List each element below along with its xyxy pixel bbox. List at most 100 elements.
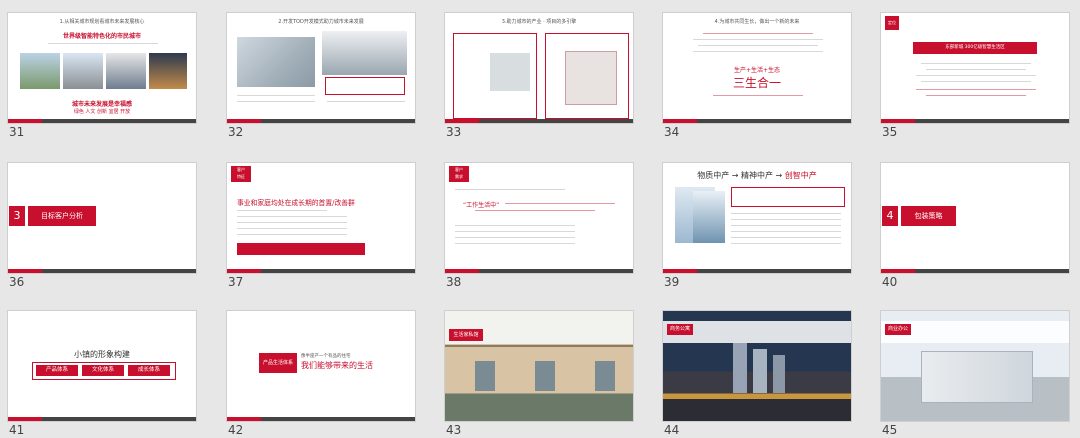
growth-system-button[interactable]: 成长体系: [128, 365, 170, 376]
text-line: [926, 95, 1026, 96]
text-line: [921, 81, 1031, 82]
slide-34[interactable]: 4.为城市共同生长，做出一个新的未来 生产+生活+生态 三生合一 34: [662, 12, 852, 140]
slide-number: 42: [228, 423, 244, 437]
slide-35[interactable]: 定位 东部新城 300亿级智慧生活区 35: [880, 12, 1070, 140]
slide-number: 44: [664, 423, 680, 437]
city-photo-4: [149, 53, 187, 89]
slide-number: 39: [664, 275, 680, 289]
slide-37[interactable]: 客户 特征 事业和家庭均处在成长期的首置/改善群 37: [226, 162, 416, 290]
culture-system-button[interactable]: 文化体系: [82, 365, 124, 376]
slide-footer: [8, 417, 196, 421]
text-line: [237, 216, 347, 217]
text-line: [713, 95, 803, 96]
slide-thumbnail[interactable]: 商务公寓: [662, 310, 852, 422]
slide-tag: 商务公寓: [667, 324, 693, 335]
text-line: [731, 237, 841, 238]
section-index: 3: [9, 206, 25, 226]
slide-thumbnail[interactable]: 产品生活体系 像半座产一个有品的住宅 我们能够带来的生活: [226, 310, 416, 422]
slide-thumbnail[interactable]: 2.开发TOD开发模式助力城市未来发展: [226, 12, 416, 124]
slide-banner: 生产+生活+生态: [733, 67, 781, 74]
slide-number: 41: [9, 423, 25, 437]
slide-41[interactable]: 小镇的形象构建 产品体系 文化体系 成长体系 41: [7, 310, 197, 438]
slide-31[interactable]: 1.从相关城市规划看城市未来发展核心 世界级智能特色化的市民城市 城市未来发展是…: [7, 12, 197, 140]
slide-footer: [227, 417, 415, 421]
city-map: [565, 51, 617, 105]
slide-headline: 事业和家庭均处在成长期的首置/改善群: [237, 199, 355, 207]
section-title: 包装策略: [901, 206, 956, 226]
slide-thumbnail[interactable]: 物质中产 → 精神中产 → 创智中产: [662, 162, 852, 274]
slide-42[interactable]: 产品生活体系 像半座产一个有品的住宅 我们能够带来的生活 42: [226, 310, 416, 438]
text-line: [698, 45, 818, 46]
building-band: [445, 345, 633, 347]
slide-36[interactable]: 3 目标客户分析 36: [7, 162, 197, 290]
slide-thumbnail[interactable]: 4.为城市共同生长，做出一个新的未来 生产+生活+生态 三生合一: [662, 12, 852, 124]
text-line: [237, 228, 347, 229]
tag-line: 客户: [455, 167, 463, 172]
slide-thumbnail[interactable]: 1.从相关城市规划看城市未来发展核心 世界级智能特色化的市民城市 城市未来发展是…: [7, 12, 197, 124]
headline-part-b: 创智中产: [784, 171, 817, 180]
tower: [773, 355, 785, 393]
slide-quote: “工作生活中”: [463, 202, 500, 209]
slide-subline: 城市未来发展是幸福感: [71, 101, 132, 108]
text-line: [505, 203, 615, 204]
slide-footer: [227, 119, 415, 123]
slide-thumbnail[interactable]: 客户 需求 “工作生活中”: [444, 162, 634, 274]
tag-label: 定位: [888, 20, 896, 25]
building-window: [475, 361, 495, 391]
text-line: [237, 222, 347, 223]
slide-tag: 商业办公: [885, 324, 911, 335]
slide-number: 32: [228, 125, 244, 139]
slide-footer: [445, 119, 633, 123]
book-cover-2: [693, 191, 725, 243]
slide-thumbnail[interactable]: 3 目标客户分析: [7, 162, 197, 274]
slide-footer: [445, 269, 633, 273]
slide-number: 38: [446, 275, 462, 289]
slide-thumbnail[interactable]: 定位 东部新城 300亿级智慧生活区: [880, 12, 1070, 124]
slide-thumbnail[interactable]: 3.助力城市的产业 · 项目的多引擎: [444, 12, 634, 124]
slide-33[interactable]: 3.助力城市的产业 · 项目的多引擎 33: [444, 12, 634, 140]
slide-thumbnail[interactable]: 商业办公: [880, 310, 1070, 422]
slide-thumbnail[interactable]: 4 包装策略: [880, 162, 1070, 274]
slide-number: 45: [882, 423, 898, 437]
text-line: [731, 219, 841, 220]
station-photo: [237, 37, 315, 87]
text-line: [455, 231, 575, 232]
highlight-bar: [237, 243, 365, 255]
slide-banner: 东部新城 300亿级智慧生活区: [913, 42, 1037, 54]
slide-tag: 生活家私馆: [449, 329, 483, 341]
rail-photo: [322, 31, 407, 75]
note-box: [325, 77, 405, 95]
slide-thumbnail[interactable]: 小镇的形象构建 产品体系 文化体系 成长体系: [7, 310, 197, 422]
slide-39[interactable]: 物质中产 → 精神中产 → 创智中产 39: [662, 162, 852, 290]
office-building: [921, 351, 1033, 403]
slide-40[interactable]: 4 包装策略 40: [880, 162, 1070, 290]
slide-footer: [8, 269, 196, 273]
city-photo-3: [106, 53, 146, 89]
slide-number: 36: [9, 275, 25, 289]
slide-headline: 三生合一: [732, 76, 781, 90]
text-line: [703, 33, 813, 34]
slide-title: 4.为城市共同生长，做出一个新的未来: [714, 19, 800, 25]
text-line: [916, 89, 1036, 90]
tower: [753, 349, 767, 393]
text-line: [48, 43, 158, 44]
slide-title: 2.开发TOD开发模式助力城市未来发展: [278, 19, 364, 25]
city-photo-2: [63, 53, 103, 89]
text-line: [237, 101, 315, 102]
text-line: [455, 237, 575, 238]
city-photo-1: [20, 53, 60, 89]
text-line: [921, 63, 1031, 64]
slide-44[interactable]: 商务公寓 44: [662, 310, 852, 438]
slide-38[interactable]: 客户 需求 “工作生活中” 38: [444, 162, 634, 290]
slide-32[interactable]: 2.开发TOD开发模式助力城市未来发展 32: [226, 12, 416, 140]
slide-thumbnail[interactable]: 生活家私馆: [444, 310, 634, 422]
text-line: [731, 213, 841, 214]
slide-43[interactable]: 生活家私馆 43: [444, 310, 634, 438]
slide-number: 35: [882, 125, 898, 139]
slide-headline: 物质中产 → 精神中产 → 创智中产: [663, 170, 851, 181]
building-window: [535, 361, 555, 391]
slide-title: 3.助力城市的产业 · 项目的多引擎: [501, 19, 577, 25]
slide-thumbnail[interactable]: 客户 特征 事业和家庭均处在成长期的首置/改善群: [226, 162, 416, 274]
product-system-button[interactable]: 产品体系: [36, 365, 78, 376]
slide-45[interactable]: 商业办公 45: [880, 310, 1070, 438]
